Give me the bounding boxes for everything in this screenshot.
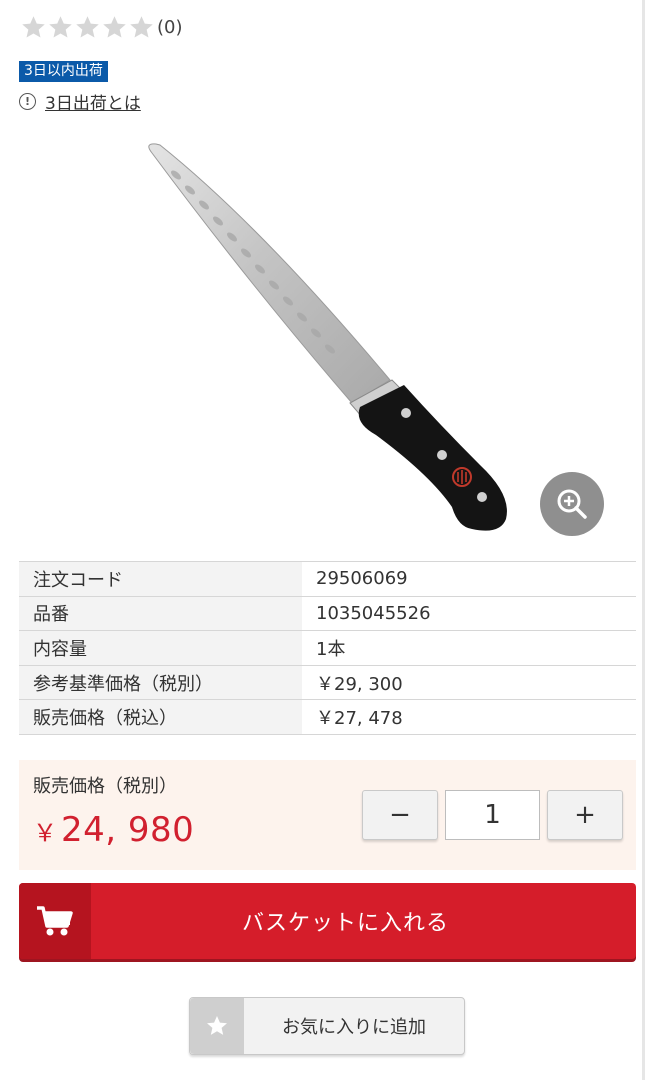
add-to-favorites-button[interactable]: お気に入りに追加 [189,997,465,1055]
zoom-button[interactable] [540,472,604,536]
star-icon [103,16,126,38]
spec-label: 注文コード [19,561,302,597]
star-icon-container [190,998,244,1054]
spec-label: 品番 [19,596,302,631]
rating-count[interactable]: (0) [157,17,183,38]
spec-value: ￥29, 300 [302,665,636,700]
spec-label: 参考基準価格（税別） [19,665,302,700]
quantity-decrease-button[interactable]: − [362,790,438,840]
zoom-in-icon [557,489,587,519]
star-icon [207,1016,227,1035]
table-row: 内容量 1本 [19,630,636,666]
spec-value: 29506069 [302,561,636,597]
star-icon [76,16,99,38]
table-row: 販売価格（税込） ￥27, 478 [19,699,636,735]
price-value: ￥ 24, 980 [33,810,194,850]
price-amount: 24, 980 [61,810,195,850]
cart-icon [37,906,73,936]
star-icon [22,16,45,38]
table-row: 品番 1035045526 [19,596,636,631]
shipping-info-link[interactable]: ! 3日出荷とは [19,89,141,114]
shipping-info-link-text[interactable]: 3日出荷とは [45,89,141,114]
spec-value: 1035045526 [302,596,636,631]
price-label: 販売価格（税別） [33,776,177,797]
table-row: 参考基準価格（税別） ￥29, 300 [19,665,636,700]
info-circle-icon: ! [19,93,36,110]
add-to-cart-button[interactable]: バスケットに入れる [19,883,636,959]
spec-label: 販売価格（税込） [19,699,302,735]
cart-icon-container [19,883,91,959]
spec-label: 内容量 [19,630,302,666]
quantity-input[interactable]: 1 [445,790,540,840]
table-row: 注文コード 29506069 [19,561,636,597]
rating: (0) [20,14,183,41]
star-icon [130,16,153,38]
product-image[interactable] [140,135,520,545]
quantity-increase-button[interactable]: + [547,790,623,840]
star-icon [49,16,72,38]
shipping-badge: 3日以内出荷 [19,61,108,82]
add-to-favorites-label: お気に入りに追加 [282,1017,426,1038]
spec-table: 注文コード 29506069 品番 1035045526 内容量 1本 参考基準… [19,561,636,735]
add-to-cart-label: バスケットに入れる [241,911,449,936]
spec-value: ￥27, 478 [302,699,636,735]
spec-value: 1本 [302,630,636,666]
price-box: 販売価格（税別） ￥ 24, 980 − 1 + [19,760,636,870]
price-currency: ￥ [33,819,57,847]
